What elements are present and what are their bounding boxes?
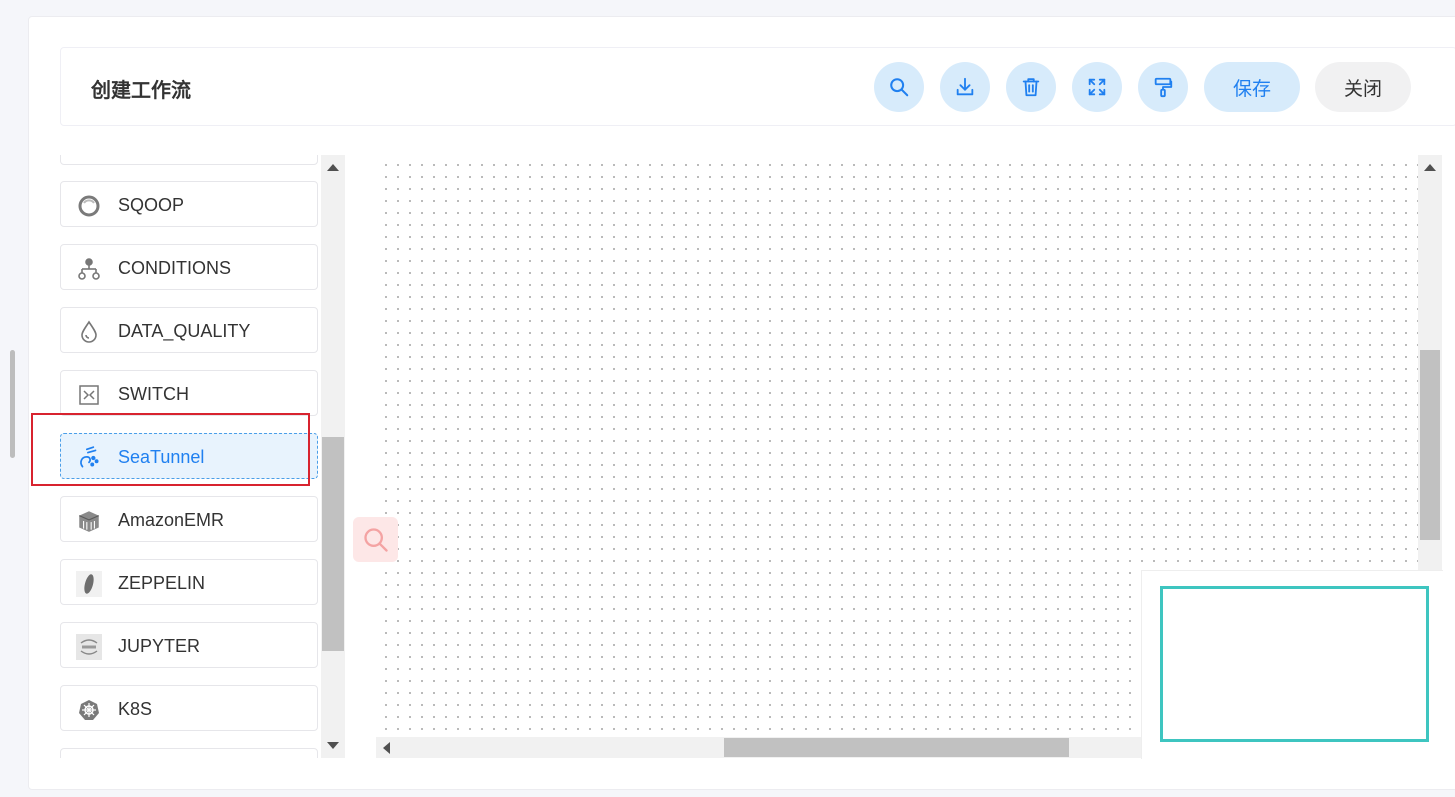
format-button[interactable] [1138,62,1188,112]
task-label: DATA_QUALITY [118,321,251,341]
scroll-up-arrow-icon[interactable] [327,164,339,171]
canvas-search-button[interactable] [353,517,398,562]
task-label: K8S [118,699,153,719]
scroll-down-arrow-icon[interactable] [327,742,339,749]
canvas-minimap[interactable] [1141,570,1443,759]
task-item-k8s[interactable]: K8S [60,685,318,731]
close-button[interactable]: 关闭 [1315,62,1411,112]
delete-button[interactable] [1006,62,1056,112]
sidebar-scrollbar[interactable] [321,155,345,758]
highlight-annotation [31,413,310,486]
search-button[interactable] [874,62,924,112]
task-item-amazon-emr[interactable]: AmazonEMR [60,496,318,542]
search-icon [363,527,388,552]
task-label: AmazonEMR [118,510,225,530]
search-icon [890,78,909,97]
sidebar-scrollbar-thumb[interactable] [322,437,344,651]
download-icon [956,77,974,96]
task-item-partial[interactable] [60,748,318,758]
canvas-horizontal-scrollbar[interactable] [376,737,1141,758]
amazon-emr-icon [76,508,102,534]
jupyter-icon [76,634,102,660]
trash-icon [1022,78,1040,97]
minimap-viewport[interactable] [1160,586,1429,742]
paint-roller-icon [1154,77,1173,98]
task-item-sqoop[interactable]: SQOOP [60,181,318,227]
canvas-vertical-scrollbar[interactable] [1418,155,1442,570]
task-item-switch[interactable]: SWITCH [60,370,318,416]
fullscreen-button[interactable] [1072,62,1122,112]
page-scrollbar-thumb[interactable] [10,350,15,458]
workflow-header: 创建工作流 保存 关闭 [60,47,1455,126]
conditions-icon [76,256,102,282]
switch-icon [76,382,102,408]
page-title: 创建工作流 [91,78,191,102]
scroll-up-arrow-icon[interactable] [1424,164,1436,171]
task-label: CONDITIONS [118,258,232,278]
task-item-data-quality[interactable]: DATA_QUALITY [60,307,318,353]
task-label: JUPYTER [118,636,201,656]
task-label: ZEPPELIN [118,573,206,593]
task-item-jupyter[interactable]: JUPYTER [60,622,318,668]
data-quality-icon [76,319,102,345]
zeppelin-icon [76,571,102,597]
task-label: SQOOP [118,195,185,215]
sqoop-icon [76,193,102,219]
canvas-hscroll-thumb[interactable] [724,738,1069,757]
k8s-icon [76,697,102,723]
scroll-left-arrow-icon[interactable] [383,742,390,754]
task-item-zeppelin[interactable]: ZEPPELIN [60,559,318,605]
fullscreen-icon [1088,78,1106,96]
task-label: SWITCH [118,384,189,404]
task-item-partial[interactable] [60,155,318,165]
save-button[interactable]: 保存 [1204,62,1300,112]
task-item-conditions[interactable]: CONDITIONS [60,244,318,290]
canvas-vscroll-thumb[interactable] [1420,350,1440,540]
download-button[interactable] [940,62,990,112]
